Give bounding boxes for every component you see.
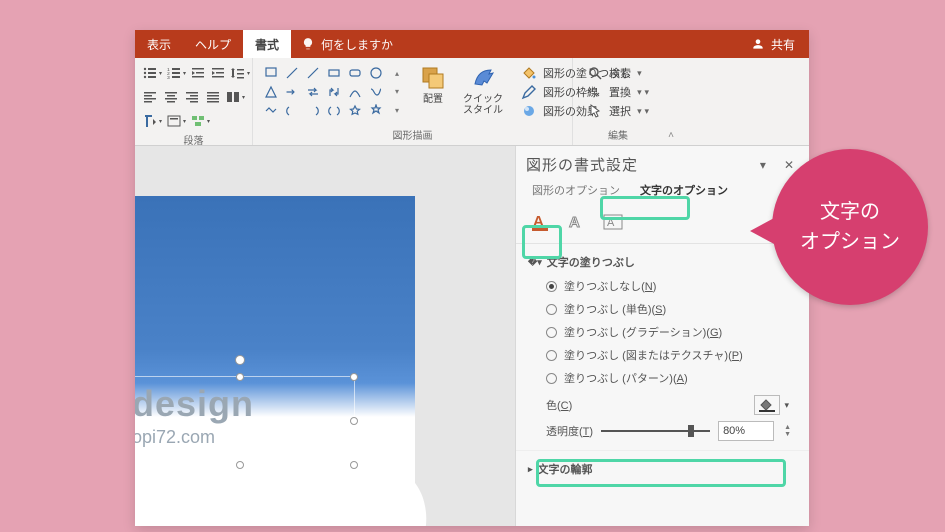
bubble-line2: オプション (800, 231, 900, 253)
color-label: 色(C) (546, 397, 754, 413)
pane-tab-shape-options[interactable]: 図形のオプション (526, 179, 626, 201)
svg-text:A: A (533, 213, 544, 230)
ribbon-tab-strip: 表示 ヘルプ 書式 何をしますか 共有 (135, 30, 809, 58)
annotation-bubble: 文字のオプション (772, 149, 928, 305)
text-effects-icon[interactable]: A (562, 209, 592, 235)
tell-me-search[interactable]: 何をしますか (291, 30, 403, 58)
ribbon: ▾ 123▾ ▾ ▾ ▾ ▾ ▾ (135, 58, 809, 146)
textbox-text-sub: opi72.com (135, 427, 215, 448)
group-drawing: ▴▾▾ 配置 クイック スタイル 図形の塗りつぶし▾ (253, 58, 573, 145)
cursor-icon (587, 103, 603, 119)
find-button[interactable]: 検索 (583, 64, 653, 82)
smartart-button[interactable]: ▾ (189, 110, 211, 132)
bubble-line1: 文字の (820, 201, 880, 223)
app-window: 表示 ヘルプ 書式 何をしますか 共有 ▾ 123▾ ▾ (135, 30, 809, 526)
radio-solid-fill[interactable]: 塗りつぶし (単色)(S) (546, 301, 797, 317)
tell-me-label: 何をしますか (321, 36, 393, 53)
align-text-button[interactable]: ▾ (165, 110, 187, 132)
svg-text:ab: ab (588, 87, 596, 94)
section-text-fill-header[interactable]: �▾文字の塗りつぶし (528, 250, 797, 274)
line-spacing-button[interactable]: ▾ (229, 62, 251, 84)
rotate-handle[interactable] (235, 355, 245, 365)
justify-button[interactable] (203, 86, 222, 108)
bullets-button[interactable]: ▾ (141, 62, 163, 84)
workspace: design opi72.com 図形の書式設定 ▾ ✕ 図形のオプション 文字… (135, 146, 809, 526)
textbox-text-main: design (135, 383, 254, 425)
group-paragraph: ▾ 123▾ ▾ ▾ ▾ ▾ ▾ (135, 58, 253, 145)
text-box-icon[interactable]: A (598, 209, 628, 235)
section-text-outline-header[interactable]: ▸文字の輪郭 (528, 457, 797, 481)
shapes-gallery[interactable]: ▴▾▾ (259, 62, 409, 122)
group-drawing-label: 図形描画 (259, 127, 566, 143)
bucket-icon (521, 65, 537, 81)
svg-text:A: A (607, 217, 615, 229)
effects-icon (521, 103, 537, 119)
radio-picture-fill[interactable]: 塗りつぶし (図またはテクスチャ)(P) (546, 347, 797, 363)
svg-text:3: 3 (167, 75, 170, 81)
fill-radio-group: 塗りつぶしなし(N) 塗りつぶし (単色)(S) 塗りつぶし (グラデーション)… (528, 274, 797, 392)
transparency-value-input[interactable]: 80% (718, 421, 774, 441)
align-right-button[interactable] (183, 86, 202, 108)
transparency-label: 透明度(T) (546, 423, 593, 439)
search-icon (587, 65, 603, 81)
format-shape-pane: 図形の書式設定 ▾ ✕ 図形のオプション 文字のオプション A A A (515, 146, 809, 526)
select-button[interactable]: 選択▾ (583, 102, 653, 120)
replace-icon: ab (587, 84, 603, 100)
text-direction-button[interactable]: ▾ (141, 110, 163, 132)
selected-textbox[interactable]: design opi72.com (135, 376, 355, 466)
numbering-button[interactable]: 123▾ (165, 62, 187, 84)
transparency-spin-down[interactable]: ▼ (782, 431, 793, 438)
replace-button[interactable]: ab 置換▾ (583, 83, 653, 101)
increase-indent-button[interactable] (209, 62, 227, 84)
share-button[interactable]: 共有 (737, 30, 809, 58)
text-fill-outline-icon[interactable]: A (526, 209, 556, 235)
quick-styles-label: クイック スタイル (463, 94, 503, 116)
tab-help[interactable]: ヘルプ (183, 30, 243, 58)
color-picker-button[interactable] (754, 395, 780, 415)
transparency-spin-up[interactable]: ▲ (782, 424, 793, 431)
share-label: 共有 (771, 36, 795, 53)
pane-menu-button[interactable]: ▾ (755, 156, 771, 174)
transparency-slider[interactable] (601, 424, 710, 438)
align-center-button[interactable] (162, 86, 181, 108)
group-editing: 検索 ab 置換▾ 選択▾ 編集 (573, 58, 663, 145)
color-dropdown-button[interactable]: ▾ (780, 400, 793, 411)
lightbulb-icon (301, 37, 315, 51)
radio-pattern-fill[interactable]: 塗りつぶし (パターン)(A) (546, 370, 797, 386)
decrease-indent-button[interactable] (189, 62, 207, 84)
arrange-label: 配置 (423, 94, 443, 105)
tab-view[interactable]: 表示 (135, 30, 183, 58)
svg-text:A: A (569, 214, 580, 231)
radio-gradient-fill[interactable]: 塗りつぶし (グラデーション)(G) (546, 324, 797, 340)
group-editing-label: 編集 (579, 127, 657, 143)
pane-title: 図形の書式設定 (526, 154, 747, 175)
radio-no-fill[interactable]: 塗りつぶしなし(N) (546, 278, 797, 294)
arrange-button[interactable]: 配置 (413, 62, 453, 107)
columns-button[interactable]: ▾ (224, 86, 246, 108)
tab-format[interactable]: 書式 (243, 30, 291, 58)
align-left-button[interactable] (141, 86, 160, 108)
bucket-icon (758, 397, 776, 413)
share-icon (751, 37, 765, 51)
quick-styles-button[interactable]: クイック スタイル (457, 62, 509, 118)
pane-tab-text-options[interactable]: 文字のオプション (634, 179, 734, 201)
collapse-ribbon-button[interactable]: ˄ (663, 58, 679, 145)
slide-canvas[interactable]: design opi72.com (135, 146, 515, 526)
pen-icon (521, 84, 537, 100)
